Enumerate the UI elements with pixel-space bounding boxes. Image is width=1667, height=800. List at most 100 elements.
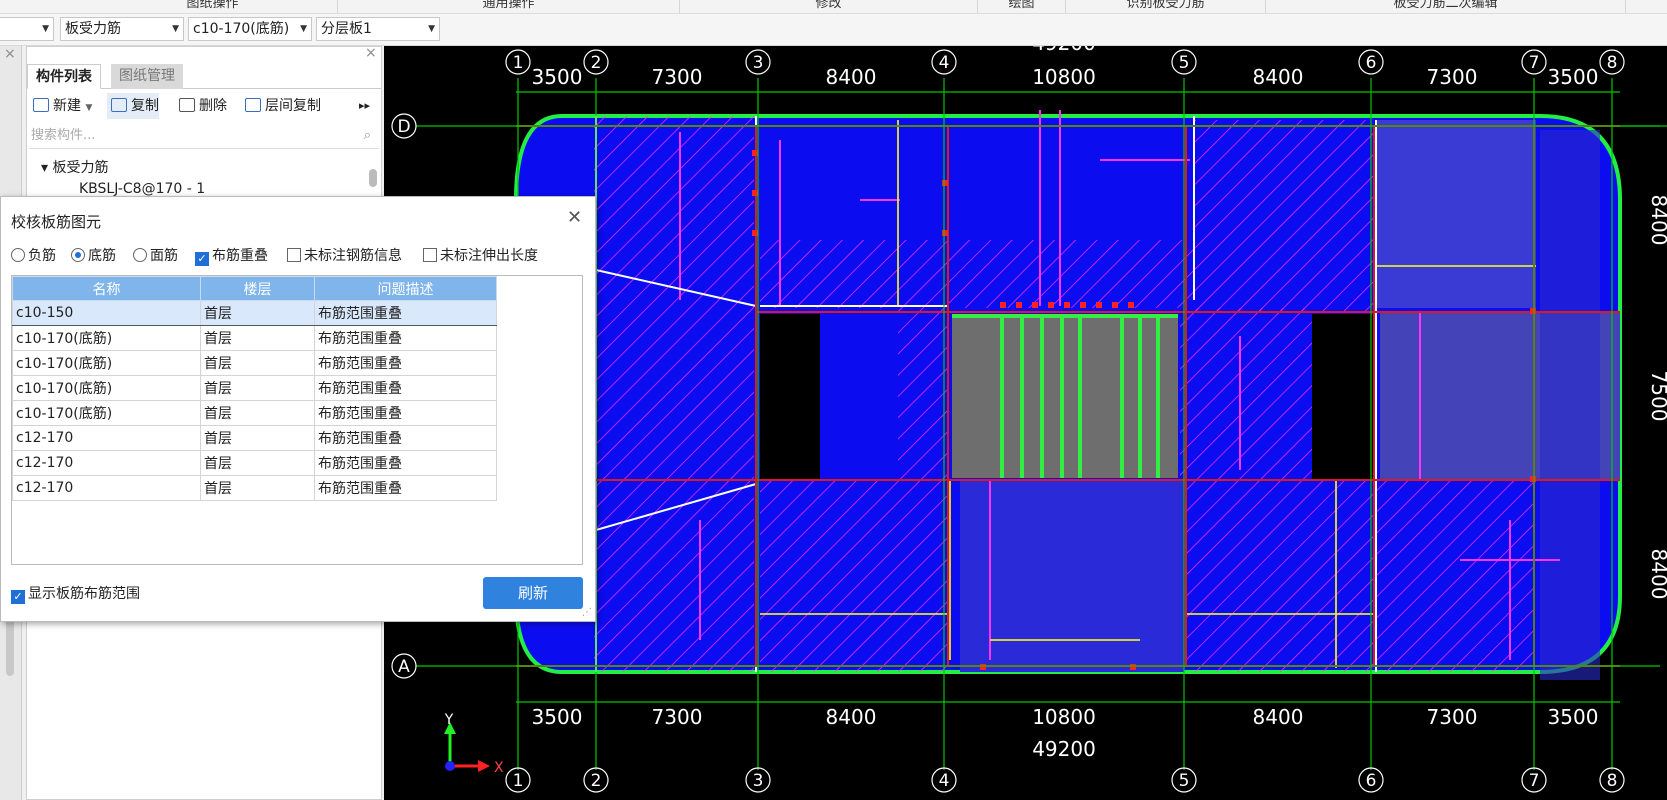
table-row[interactable]: c10-170(底筋) 首层 布筋范围重叠 bbox=[12, 350, 497, 376]
ribbon-group-edit[interactable]: 板受力筋二次编辑 bbox=[1266, 0, 1626, 13]
check-icon: ✓ bbox=[195, 252, 209, 266]
table-row[interactable]: c12-170 首层 布筋范围重叠 bbox=[12, 450, 497, 476]
table-row[interactable]: c10-150 首层 布筋范围重叠 bbox=[12, 300, 497, 326]
component-type-select[interactable]: 板受力筋 ▼ bbox=[60, 17, 184, 41]
dimension-label: 10800 bbox=[1032, 65, 1096, 89]
dimension-label: 8400 bbox=[826, 65, 877, 89]
floor-copy-button[interactable]: 层间复制 bbox=[241, 93, 321, 119]
copy-icon bbox=[111, 98, 127, 112]
tab-drawing-management[interactable]: 图纸管理 bbox=[111, 64, 183, 89]
option-label: 显示板筋布筋范围 bbox=[28, 586, 140, 602]
search-input[interactable]: 搜索构件... ⌕ bbox=[29, 125, 379, 149]
cell-desc: 布筋范围重叠 bbox=[314, 375, 497, 401]
check-slab-rebar-dialog: 校核板筋图元 ✕ 负筋 底筋 面筋 ✓ 布筋重叠 未标注钢筋信息 未标注伸出长度 … bbox=[0, 196, 596, 622]
cell-name: c12-170 bbox=[12, 475, 201, 501]
axis-label: 6 bbox=[1366, 53, 1377, 73]
search-icon[interactable]: ⌕ bbox=[364, 125, 371, 147]
close-icon[interactable]: × bbox=[4, 46, 16, 62]
radio-face[interactable]: 面筋 bbox=[133, 247, 178, 265]
axis-label: 1 bbox=[513, 53, 524, 73]
column-header-desc[interactable]: 问题描述 bbox=[314, 276, 497, 301]
cell-floor: 首层 bbox=[200, 350, 315, 376]
checkbox-unmarked-length[interactable]: 未标注伸出长度 bbox=[423, 247, 538, 265]
dimension-label: 7300 bbox=[652, 705, 703, 729]
dimension-label: 7500 bbox=[1647, 371, 1667, 422]
delete-button[interactable]: 删除 bbox=[175, 93, 227, 119]
chevron-down-icon: ▼ bbox=[300, 24, 307, 34]
ribbon-group-draw[interactable]: 绘图 bbox=[978, 0, 1066, 13]
cell-floor: 首层 bbox=[200, 300, 315, 326]
ribbon-group-general[interactable]: 通用操作 bbox=[338, 0, 680, 13]
axis-label: 8 bbox=[1607, 53, 1618, 73]
ribbon-group-label: 通用操作 bbox=[482, 0, 535, 11]
cell-desc: 布筋范围重叠 bbox=[314, 300, 497, 326]
radio-icon bbox=[11, 248, 25, 262]
axis-label: 6 bbox=[1366, 771, 1377, 791]
tree-root-item[interactable]: ▾ 板受力筋 bbox=[41, 157, 108, 177]
option-label: 底筋 bbox=[88, 248, 116, 264]
refresh-button[interactable]: 刷新 bbox=[483, 577, 583, 609]
tab-component-list[interactable]: 构件列表 bbox=[27, 64, 101, 89]
chevron-down-icon: ▼ bbox=[428, 24, 435, 34]
cell-name: c10-170(底筋) bbox=[12, 325, 201, 351]
table-header-row: 名称 楼层 问题描述 bbox=[12, 276, 497, 301]
checkbox-icon bbox=[423, 248, 437, 262]
hatch-region bbox=[594, 116, 754, 672]
axis-label: 7 bbox=[1529, 771, 1540, 791]
axis-label: 2 bbox=[591, 771, 602, 791]
ucs-y-label: Y bbox=[444, 712, 454, 728]
component-select[interactable]: c10-170(底筋) ▼ bbox=[188, 17, 312, 41]
layer-select[interactable]: 分层板1 ▼ bbox=[316, 17, 440, 41]
ribbon-group-drawing[interactable]: 图纸操作 bbox=[88, 0, 338, 13]
close-icon[interactable]: × bbox=[365, 45, 377, 61]
dimension-label: 8400 bbox=[826, 705, 877, 729]
radio-bottom[interactable]: 底筋 bbox=[71, 247, 116, 265]
checkbox-overlap[interactable]: ✓ 布筋重叠 bbox=[195, 247, 268, 266]
radio-icon bbox=[71, 248, 85, 262]
new-button[interactable]: 新建 ▼ bbox=[29, 93, 92, 119]
column-header-floor[interactable]: 楼层 bbox=[200, 276, 315, 301]
cell-name: c10-170(底筋) bbox=[12, 400, 201, 426]
radio-negative[interactable]: 负筋 bbox=[11, 247, 56, 265]
copy-button[interactable]: 复制 bbox=[107, 93, 159, 119]
more-icon[interactable]: ▸▸ bbox=[355, 93, 370, 119]
option-label: 布筋重叠 bbox=[212, 248, 268, 264]
table-row[interactable]: c12-170 首层 布筋范围重叠 bbox=[12, 475, 497, 501]
trash-icon bbox=[179, 98, 195, 112]
row-axis-label: D bbox=[397, 117, 410, 137]
slab-panel bbox=[1540, 130, 1600, 680]
floor-select[interactable]: ▼ bbox=[0, 17, 54, 41]
chevron-down-icon: ▼ bbox=[172, 24, 179, 34]
search-placeholder: 搜索构件... bbox=[31, 128, 96, 143]
select-value: c10-170(底筋) bbox=[193, 21, 290, 37]
total-dimension: 49200 bbox=[1032, 46, 1096, 55]
option-label: 未标注伸出长度 bbox=[440, 248, 538, 264]
hatch-region bbox=[1186, 480, 1374, 672]
table-row[interactable]: c12-170 首层 布筋范围重叠 bbox=[12, 425, 497, 451]
table-row[interactable]: c10-170(底筋) 首层 布筋范围重叠 bbox=[12, 325, 497, 351]
table-row[interactable]: c10-170(底筋) 首层 布筋范围重叠 bbox=[12, 375, 497, 401]
cell-name: c10-150 bbox=[12, 300, 201, 326]
checkbox-show-range[interactable]: ✓ 显示板筋布筋范围 bbox=[11, 583, 140, 604]
axis-label: 2 bbox=[591, 53, 602, 73]
chevron-down-icon: ▼ bbox=[85, 103, 93, 113]
dimension-label: 7300 bbox=[1427, 705, 1478, 729]
hatch-region bbox=[760, 480, 948, 672]
table-row[interactable]: c10-170(底筋) 首层 布筋范围重叠 bbox=[12, 400, 497, 426]
opening bbox=[760, 314, 820, 480]
cell-floor: 首层 bbox=[200, 325, 315, 351]
ribbon-group-modify[interactable]: 修改 bbox=[680, 0, 978, 13]
cell-floor: 首层 bbox=[200, 375, 315, 401]
tree-item[interactable]: KBSLJ-C8@170 - 1 bbox=[79, 181, 205, 197]
hatch-region bbox=[760, 240, 948, 308]
scrollbar[interactable] bbox=[369, 169, 377, 187]
resize-grip-icon[interactable]: ⋰ bbox=[582, 607, 592, 618]
cell-desc: 布筋范围重叠 bbox=[314, 425, 497, 451]
cell-floor: 首层 bbox=[200, 450, 315, 476]
cell-name: c10-170(底筋) bbox=[12, 350, 201, 376]
ribbon-group-recognize[interactable]: 识别板受力筋 bbox=[1066, 0, 1266, 13]
checkbox-unmarked-info[interactable]: 未标注钢筋信息 bbox=[287, 247, 402, 265]
close-icon[interactable]: ✕ bbox=[567, 207, 582, 228]
dimension-label: 3500 bbox=[532, 705, 583, 729]
column-header-name[interactable]: 名称 bbox=[12, 276, 201, 301]
